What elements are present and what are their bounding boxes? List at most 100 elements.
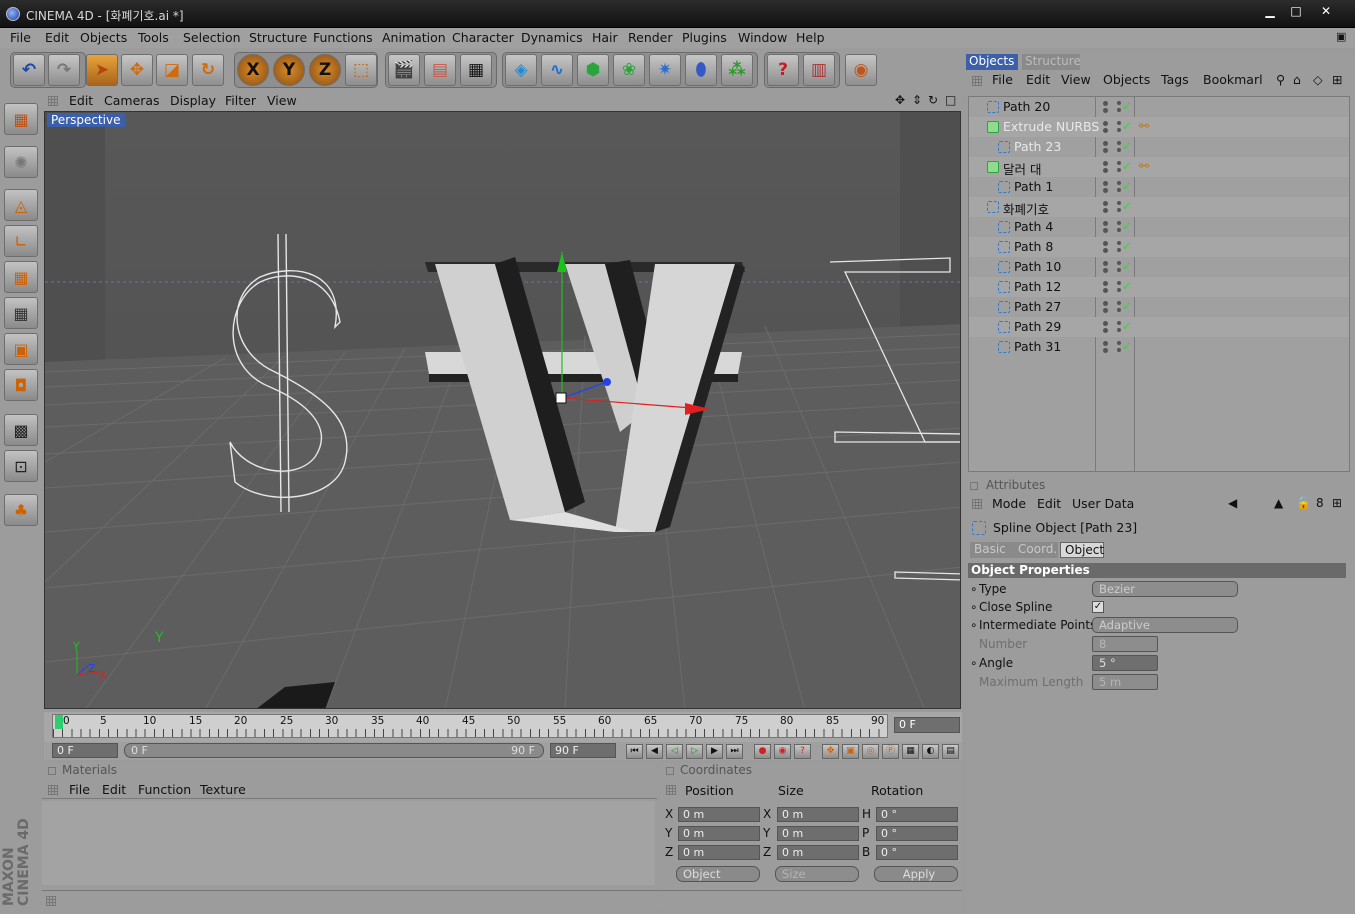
viewport-menu-view[interactable]: View [267,93,297,108]
tree-row[interactable]: Path 23 ✓ [969,137,1349,157]
visibility-dots[interactable] [1103,161,1109,173]
particles-icon[interactable]: ⁂ [721,54,753,86]
menu-help[interactable]: Help [796,30,825,45]
tree-row[interactable]: Path 31 ✓ [969,337,1349,357]
spline-icon[interactable]: ∿ [541,54,573,86]
material-tag-icon[interactable]: ⚯ [1139,119,1149,133]
angle-field[interactable]: 5 ° [1092,655,1158,671]
viewport-menu-display[interactable]: Display [170,93,216,108]
dolly-icon[interactable]: ⇕ [912,93,922,107]
visibility-dots[interactable] [1103,301,1109,313]
scene-icon[interactable]: ⬮ [685,54,717,86]
object-mode-icon[interactable]: ▦ [4,297,38,329]
record-icon[interactable]: ● [754,744,771,759]
menu-animation[interactable]: Animation [382,30,446,45]
menu-hair[interactable]: Hair [592,30,618,45]
panel-grip[interactable] [972,499,982,509]
enabled-check-icon[interactable]: ✓ [1122,259,1132,273]
lock-icon[interactable]: 🔓 [1296,496,1311,510]
layout-view-icon[interactable]: ▦ [4,103,38,135]
panel-grip[interactable] [666,785,676,795]
view-icon[interactable]: ◇ [1313,72,1323,87]
cube-icon[interactable]: ◈ [505,54,537,86]
enabled-check-icon[interactable]: ✓ [1122,299,1132,313]
tree-row[interactable]: Path 1 ✓ [969,177,1349,197]
visibility-dots[interactable] [1103,321,1109,333]
checker-icon[interactable]: ▩ [4,414,38,446]
world-coords-icon[interactable]: ⬚ [345,54,377,86]
position-x-field[interactable]: 0 m [678,807,760,822]
y-axis-icon[interactable]: Y [273,54,305,86]
maximize-view-icon[interactable]: □ [945,93,956,107]
axis-mode-icon[interactable]: ⊡ [4,450,38,482]
key-scale-icon[interactable]: ▣ [842,744,859,759]
undo-icon[interactable]: ↶ [13,54,45,86]
goto-end-icon[interactable]: ⏭ [726,744,743,759]
attr-tab-basic[interactable]: Basic [970,542,1014,558]
tree-row[interactable]: Path 8 ✓ [969,237,1349,257]
menu-file[interactable]: File [10,30,31,45]
materials-menu-file[interactable]: File [69,782,90,797]
tab-structure[interactable]: Structure [1022,54,1081,70]
tree-row[interactable]: Path 29 ✓ [969,317,1349,337]
close-spline-checkbox[interactable]: ✓ [1092,601,1104,613]
autokey-icon[interactable]: ◉ [774,744,791,759]
play-forward-icon[interactable]: ▷ [686,744,703,759]
pan-icon[interactable]: ✥ [895,93,905,107]
materials-menu-texture[interactable]: Texture [200,782,246,797]
materials-menu-function[interactable]: Function [138,782,191,797]
menu-edit[interactable]: Edit [45,30,69,45]
z-axis-icon[interactable]: Z [309,54,341,86]
menu-selection[interactable]: Selection [183,30,241,45]
menu-structure[interactable]: Structure [249,30,307,45]
panel-toggle-icon[interactable] [48,767,56,775]
position-z-field[interactable]: 0 m [678,845,760,860]
edge-mode-icon[interactable]: ∟ [4,225,38,257]
enabled-check-icon[interactable]: ✓ [1122,319,1132,333]
visibility-dots[interactable] [1103,241,1109,253]
attr-menu-userdata[interactable]: User Data [1072,496,1134,511]
obj-menu-tags[interactable]: Tags [1161,72,1189,87]
intermediate-points-dropdown[interactable]: Adaptive [1092,617,1238,633]
x-axis-icon[interactable]: X [237,54,269,86]
viewport-menu-cameras[interactable]: Cameras [104,93,160,108]
key-param-icon[interactable]: Ⓟ [882,744,899,759]
render-view-icon[interactable]: 🎬 [388,54,420,86]
enabled-check-icon[interactable]: ✓ [1122,239,1132,253]
current-frame-field[interactable]: 0 F [894,717,960,733]
render-settings-icon[interactable]: ▦ [460,54,492,86]
rotation-h-field[interactable]: 0 ° [876,807,958,822]
visibility-dots[interactable] [1103,201,1109,213]
obj-menu-edit[interactable]: Edit [1026,72,1050,87]
timeline-layout-icon[interactable]: ▤ [942,744,959,759]
obj-menu-objects[interactable]: Objects [1103,72,1150,87]
end-frame-field[interactable]: 90 F [550,743,616,758]
size-z-field[interactable]: 0 m [777,845,859,860]
help-icon[interactable]: ? [767,54,799,86]
nurbs-icon[interactable]: ⬢ [577,54,609,86]
menu-window[interactable]: Window [738,30,787,45]
visibility-dots[interactable] [1103,341,1109,353]
key-rotation-icon[interactable]: ◎ [862,744,879,759]
point-mode-icon[interactable]: ◬ [4,189,38,221]
up-arrow-icon[interactable]: ▲ [1274,496,1283,510]
home-icon[interactable]: ⌂ [1293,72,1301,87]
minimize-button[interactable]: ▁ [1256,4,1284,20]
model-mode-icon[interactable]: ▣ [4,333,38,365]
timeline-ruler[interactable]: 0 5 10 15 20 25 30 35 40 45 50 55 60 65 … [52,714,888,738]
attr-menu-edit[interactable]: Edit [1037,496,1061,511]
attr-tab-object[interactable]: Object [1060,542,1104,558]
obj-menu-file[interactable]: File [992,72,1013,87]
attr-tab-coord[interactable]: Coord. [1014,542,1058,558]
number-field[interactable]: 8 [1092,636,1158,652]
panel-grip[interactable] [48,96,58,106]
coord-mode-dropdown[interactable]: Object [676,866,760,882]
rotate-icon[interactable]: ↻ [192,54,224,86]
enabled-check-icon[interactable]: ✓ [1122,199,1132,213]
tree-row[interactable]: Path 10 ✓ [969,257,1349,277]
materials-menu-edit[interactable]: Edit [102,782,126,797]
redo-icon[interactable]: ↷ [48,54,80,86]
menu-dynamics[interactable]: Dynamics [521,30,583,45]
size-x-field[interactable]: 0 m [777,807,859,822]
menu-plugins[interactable]: Plugins [682,30,727,45]
